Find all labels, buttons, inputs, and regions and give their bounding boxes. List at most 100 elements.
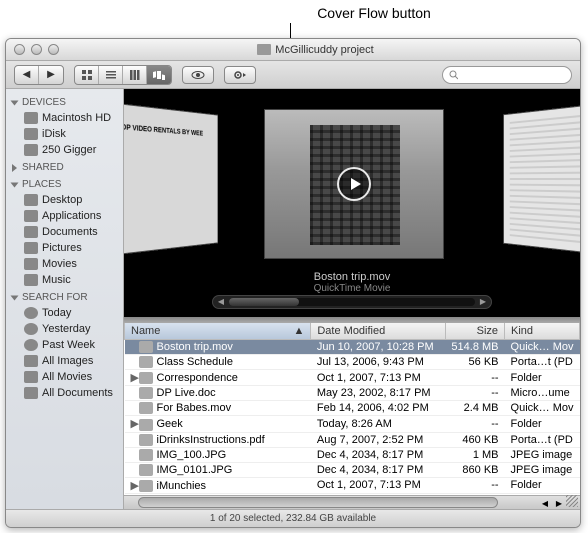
table-row[interactable]: iDrinksInstructions.pdfAug 7, 2007, 2:52… (125, 432, 580, 447)
column-view-button[interactable] (123, 66, 147, 84)
icon-view-button[interactable] (75, 66, 99, 84)
quicklook-button[interactable] (182, 66, 214, 84)
grid-icon (82, 70, 92, 80)
table-row[interactable]: ▶GeekToday, 8:26 AM--Folder (125, 416, 580, 432)
sidebar-item-movies[interactable]: Movies (6, 256, 123, 272)
hscroll-thumb[interactable] (138, 497, 498, 508)
coverflow-filename: Boston trip.mov (124, 271, 580, 283)
col-date[interactable]: Date Modified (311, 323, 446, 340)
sidebar-header-devices[interactable]: DEVICES (6, 93, 123, 110)
sidebar-item-today[interactable]: Today (6, 305, 123, 321)
hd-icon (24, 144, 38, 156)
hscroll-left-arrow[interactable]: ◀ (538, 496, 552, 509)
sidebar-item-applications[interactable]: Applications (6, 208, 123, 224)
minimize-button[interactable] (31, 44, 42, 55)
table-row[interactable]: DP Live.docMay 23, 2002, 8:17 PM--Micro…… (125, 386, 580, 401)
coverflow-left-text: TOP VIDEO RENTALS BY WEE (124, 103, 217, 155)
coverflow-scroll-right[interactable]: ▶ (475, 296, 491, 308)
coverflow-scrollbar[interactable]: ◀ ▶ (212, 295, 492, 309)
horizontal-scrollbar[interactable]: ◀ ▶ (124, 495, 580, 509)
titlebar[interactable]: McGillicuddy project (6, 39, 580, 61)
sidebar-item-macintosh-hd[interactable]: Macintosh HD (6, 110, 123, 126)
file-list: Name ▲ Date Modified Size Kind Boston tr… (124, 323, 580, 495)
file-kind: Micro…ume (505, 386, 580, 401)
file-date: Today, 8:26 AM (311, 416, 446, 432)
desktop-icon (24, 194, 38, 206)
sidebar-header-searchfor[interactable]: SEARCH FOR (6, 288, 123, 305)
nav-buttons: ◀ ▶ (14, 65, 64, 85)
resize-handle[interactable] (566, 495, 578, 507)
table-row[interactable]: Class ScheduleJul 13, 2006, 9:43 PM56 KB… (125, 355, 580, 370)
smart-icon (24, 355, 38, 367)
coverflow-item-center[interactable] (264, 109, 444, 259)
smart-icon (24, 387, 38, 399)
coverflow-filetype: QuickTime Movie (124, 283, 580, 294)
file-size: -- (445, 416, 504, 432)
sidebar-item-music[interactable]: Music (6, 272, 123, 288)
sidebar-item-yesterday[interactable]: Yesterday (6, 321, 123, 337)
clock-icon (24, 323, 38, 335)
forward-button[interactable]: ▶ (39, 66, 63, 84)
col-name[interactable]: Name ▲ (125, 323, 311, 340)
col-size[interactable]: Size (445, 323, 504, 340)
table-row[interactable]: ▶CorrespondenceOct 1, 2007, 7:13 PM--Fol… (125, 370, 580, 386)
close-button[interactable] (14, 44, 25, 55)
sidebar-item-all-documents[interactable]: All Documents (6, 385, 123, 401)
sidebar-item-desktop[interactable]: Desktop (6, 192, 123, 208)
file-name: IMG_100.JPG (157, 449, 227, 461)
file-size: -- (445, 477, 504, 493)
coverflow-scroll-left[interactable]: ◀ (213, 296, 229, 308)
file-date: Dec 4, 2034, 8:17 PM (311, 462, 446, 477)
sidebar-header-places[interactable]: PLACES (6, 175, 123, 192)
table-row[interactable]: For Babes.movFeb 14, 2006, 4:02 PM2.4 MB… (125, 401, 580, 416)
file-icon (139, 434, 153, 446)
file-icon (139, 449, 153, 461)
disclosure-triangle[interactable]: ▶ (131, 417, 139, 430)
disclosure-triangle[interactable]: ▶ (131, 371, 139, 384)
traffic-lights (14, 44, 59, 55)
coverflow-view-button[interactable] (147, 66, 171, 84)
list-view-button[interactable] (99, 66, 123, 84)
sidebar-item-all-images[interactable]: All Images (6, 353, 123, 369)
sidebar-item-pictures[interactable]: Pictures (6, 240, 123, 256)
search-input[interactable] (462, 69, 565, 81)
coverflow-item-left[interactable]: TOP VIDEO RENTALS BY WEE (124, 102, 218, 256)
coverflow-item-right[interactable] (503, 103, 580, 255)
status-text: 1 of 20 selected, 232.84 GB available (210, 513, 376, 524)
table-row[interactable]: Boston trip.movJun 10, 2007, 10:28 PM514… (125, 340, 580, 355)
annotation-line (290, 23, 291, 38)
coverflow-scroll-thumb[interactable] (229, 298, 299, 306)
eye-icon (191, 70, 205, 80)
sidebar-item-past-week[interactable]: Past Week (6, 337, 123, 353)
play-button[interactable] (337, 167, 371, 201)
docs-icon (24, 226, 38, 238)
sidebar-header-shared[interactable]: SHARED (6, 158, 123, 175)
coverflow-area[interactable]: TOP VIDEO RENTALS BY WEE Boston trip.mov… (124, 89, 580, 317)
col-kind[interactable]: Kind (505, 323, 580, 340)
table-row[interactable]: IMG_0101.JPGDec 4, 2034, 8:17 PM860 KBJP… (125, 462, 580, 477)
action-button[interactable] (224, 66, 256, 84)
file-name: Geek (157, 418, 183, 430)
file-size: 56 KB (445, 355, 504, 370)
back-button[interactable]: ◀ (15, 66, 39, 84)
table-row[interactable]: ▶iMunchiesOct 1, 2007, 7:13 PM--Folder (125, 477, 580, 493)
file-icon (139, 402, 153, 414)
file-kind: JPEG image (505, 462, 580, 477)
file-date: Dec 4, 2034, 8:17 PM (311, 447, 446, 462)
list-icon (106, 70, 116, 80)
search-field[interactable] (442, 66, 572, 84)
sidebar-item-250-gigger[interactable]: 250 Gigger (6, 142, 123, 158)
sidebar-item-all-movies[interactable]: All Movies (6, 369, 123, 385)
gear-icon (233, 70, 247, 80)
sidebar-item-idisk[interactable]: iDisk (6, 126, 123, 142)
disclosure-triangle[interactable]: ▶ (131, 479, 139, 492)
file-kind: JPEG image (505, 447, 580, 462)
file-name: IMG_0101.JPG (157, 464, 233, 476)
file-name: Correspondence (157, 372, 238, 384)
sidebar-item-documents[interactable]: Documents (6, 224, 123, 240)
coverflow-scroll-track[interactable] (229, 298, 475, 306)
hscroll-right-arrow[interactable]: ▶ (552, 496, 566, 509)
table-row[interactable]: IMG_100.JPGDec 4, 2034, 8:17 PM1 MBJPEG … (125, 447, 580, 462)
zoom-button[interactable] (48, 44, 59, 55)
file-date: Oct 1, 2007, 7:13 PM (311, 477, 446, 493)
